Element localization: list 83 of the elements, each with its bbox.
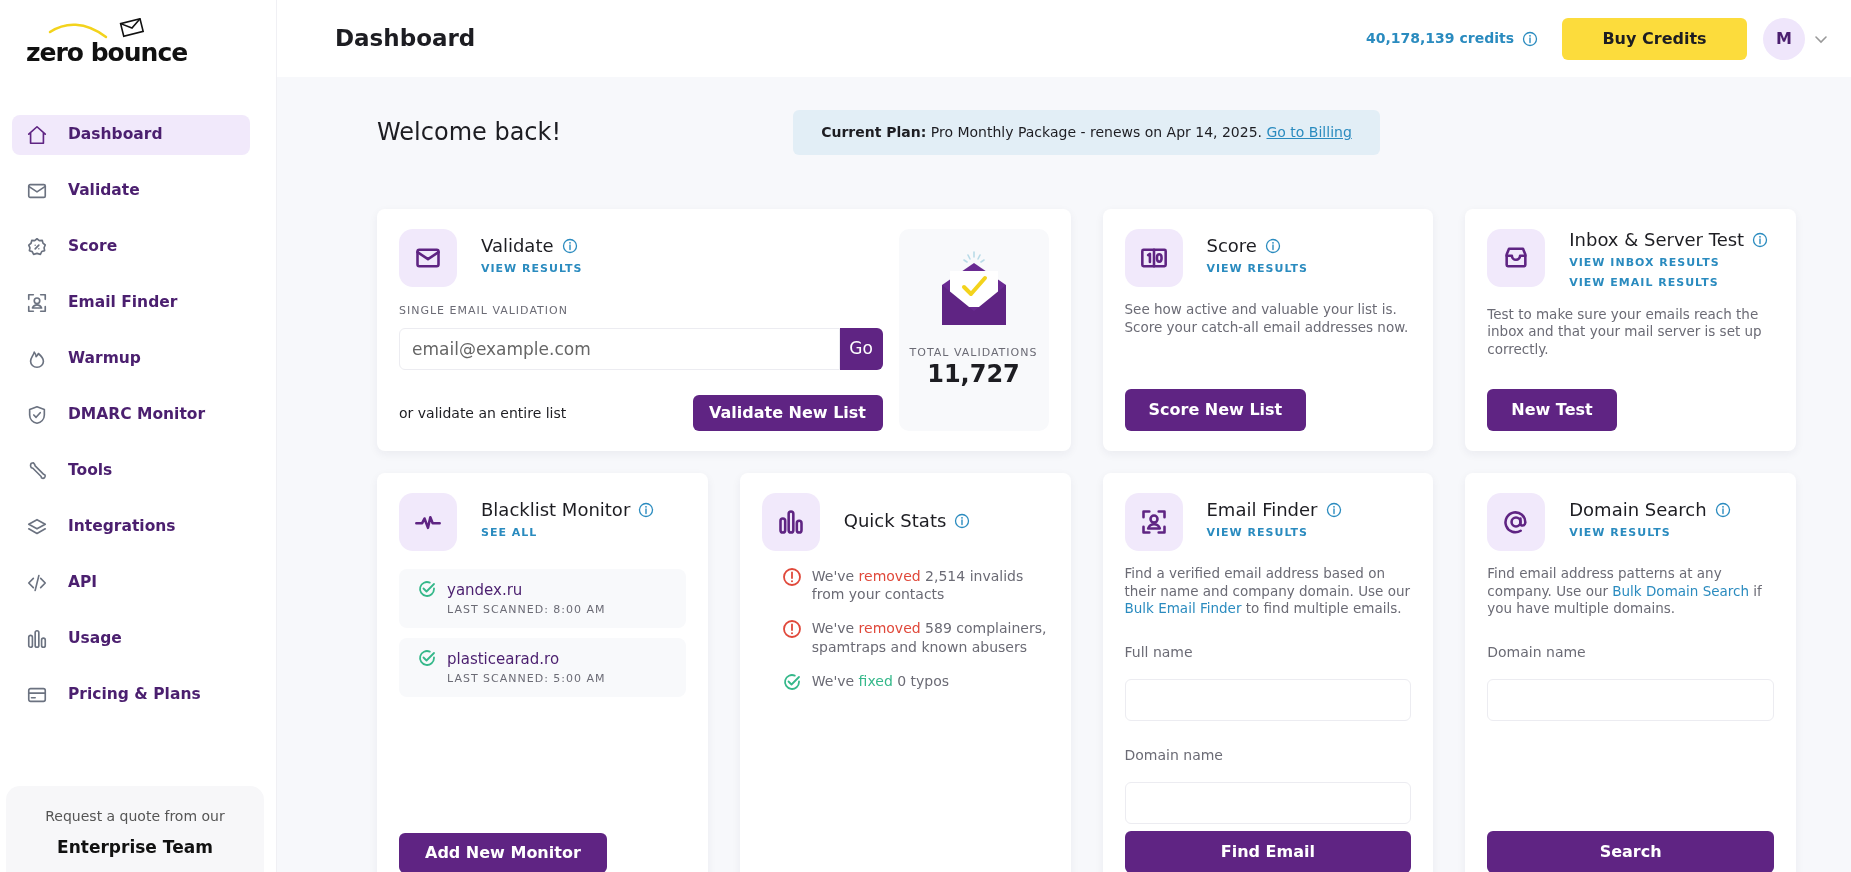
field-label: Domain name — [1124, 745, 1224, 765]
info-icon — [1325, 501, 1342, 518]
buy-credits-button[interactable]: Buy Credits — [1562, 17, 1747, 60]
enterprise-link[interactable]: Enterprise Team — [57, 834, 213, 860]
sidebar-item[interactable]: DMARC Monitor — [12, 395, 250, 435]
alert-circle-icon — [781, 567, 802, 587]
sidebar-item[interactable]: Usage — [12, 619, 250, 659]
field-label: SINGLE EMAIL VALIDATION — [399, 303, 569, 319]
view-results-link[interactable]: VIEW RESULTS — [1206, 524, 1342, 542]
info-icon — [954, 512, 971, 529]
info-icon — [1714, 501, 1731, 518]
credits-count: 40,178,139 credits — [1366, 29, 1514, 48]
card-title: Email Finder — [1206, 499, 1318, 521]
card-title: Domain Search — [1569, 499, 1707, 521]
sidebar-item[interactable]: Email Finder — [12, 283, 250, 323]
sidebar-item[interactable]: Dashboard — [12, 115, 250, 155]
action-button[interactable]: Add New Monitor — [399, 833, 607, 872]
view-results-link[interactable]: VIEW RESULTS — [1206, 260, 1309, 278]
last-scanned-text: LAST SCANNED: 8:00 AM — [447, 601, 606, 618]
shield-check-icon — [26, 404, 48, 426]
bar-chart-icon — [776, 508, 805, 536]
sidebar-item[interactable]: API — [12, 563, 250, 603]
bulk-search-link[interactable]: Bulk Email Finder — [1124, 600, 1242, 617]
person-frame-icon — [1139, 508, 1168, 536]
field-label: Domain name — [1487, 642, 1587, 662]
view-results-link[interactable]: SEE ALL — [481, 524, 655, 542]
card-description: Find email address patterns at any company. Use our Bulk Domain Search if you have multiple domains. — [1487, 565, 1763, 618]
logo-text: zero bounce — [26, 40, 189, 65]
domain-name: yandex.ru — [447, 580, 524, 601]
card-title: Validate — [481, 235, 554, 257]
helper-text: or validate an entire list — [399, 403, 567, 423]
card-title: Score — [1206, 235, 1257, 257]
stat-value: 11,727 — [927, 361, 1020, 386]
view-results-link[interactable]: VIEW INBOX RESULTS — [1569, 254, 1769, 272]
person-frame-icon — [26, 292, 48, 314]
view-results-link[interactable]: VIEW RESULTS — [1569, 524, 1731, 542]
check-circle-icon — [417, 579, 437, 599]
action-button[interactable]: Score New List — [1124, 389, 1307, 431]
home-icon — [26, 124, 48, 146]
info-icon — [1752, 231, 1769, 248]
card-title: Quick Stats — [843, 510, 947, 532]
field-label: Full name — [1124, 642, 1194, 662]
check-circle-icon — [417, 648, 437, 668]
domain-name: plasticearad.ro — [447, 649, 561, 670]
welcome-heading: Welcome back! — [377, 118, 563, 147]
card-title: Inbox & Server Test — [1569, 229, 1745, 251]
sidebar-item[interactable]: Validate — [12, 171, 250, 211]
enterprise-text: Request a quote from our — [44, 806, 226, 826]
sidebar-item[interactable]: Tools — [12, 451, 250, 491]
card-description: See how active and valuable your list is. Score your catch-all email addresses now. — [1124, 301, 1410, 337]
sidebar-item[interactable]: Score — [12, 227, 250, 267]
action-button[interactable]: New Test — [1487, 389, 1617, 431]
bulk-search-link[interactable]: Bulk Domain Search — [1612, 582, 1750, 599]
sidebar-item[interactable]: Integrations — [12, 507, 250, 547]
alert-circle-icon — [781, 619, 802, 640]
view-results-link[interactable]: VIEW RESULTS — [481, 260, 583, 278]
stat-text: We've removed 2,514 invalids from your contacts — [811, 567, 1025, 604]
sidebar-item[interactable]: Pricing & Plans — [12, 675, 250, 715]
sidebar-item[interactable]: Warmup — [12, 339, 250, 379]
page-title: Dashboard — [335, 24, 476, 53]
card-description: Test to make sure your emails reach the inbox and that your mail server is set up correctly. — [1487, 305, 1763, 359]
badge-icon — [26, 236, 48, 258]
user-avatar[interactable]: M — [1763, 17, 1805, 60]
stat-text: We've removed 589 complainers, spamtraps and known abusers — [811, 619, 1048, 656]
email-input[interactable]: email@example.com — [399, 327, 840, 370]
code-icon — [26, 572, 48, 594]
info-icon — [1522, 30, 1538, 47]
action-button[interactable]: Search — [1487, 831, 1774, 872]
card-description: Find a verified email address based on their name and company domain. Use our Bulk Email Finder to find multiple emails. — [1124, 565, 1412, 618]
action-button[interactable]: Find Email — [1124, 831, 1412, 872]
info-icon — [1264, 237, 1281, 254]
view-results-link[interactable]: VIEW EMAIL RESULTS — [1569, 275, 1769, 292]
stat-label: TOTAL VALIDATIONS — [909, 345, 1038, 361]
info-icon — [638, 501, 655, 518]
info-icon — [561, 237, 578, 254]
plan-text: Current Plan: Pro Monthly Package - renews on Apr 14, 2025. — [821, 124, 1263, 140]
go-button[interactable]: Go — [839, 327, 883, 370]
validate-list-button[interactable]: Validate New List — [692, 395, 883, 431]
last-scanned-text: LAST SCANNED: 5:00 AM — [447, 670, 606, 687]
bar-chart-icon — [26, 628, 48, 650]
stat-text: We've fixed 0 typos — [811, 671, 950, 691]
card-title: Blacklist Monitor — [481, 499, 631, 521]
check-circle-icon — [781, 671, 802, 692]
